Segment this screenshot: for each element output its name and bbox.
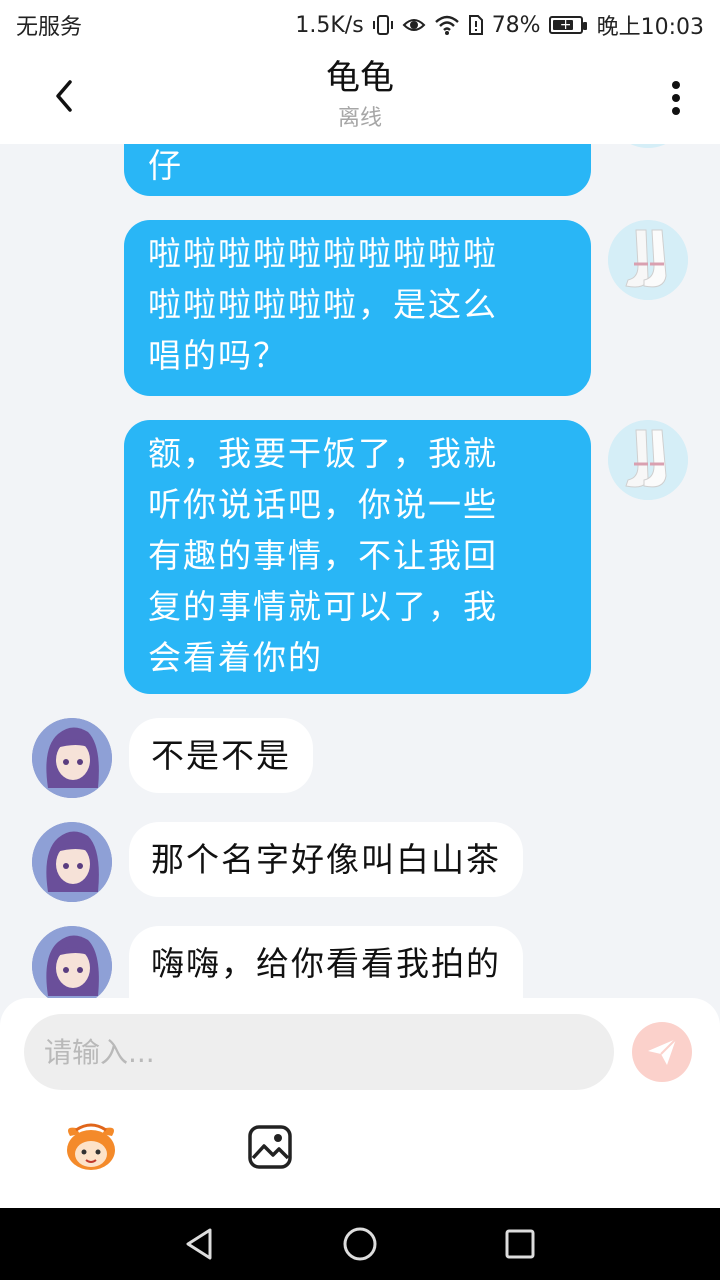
battery-percent: 78%	[491, 12, 541, 38]
emoji-button[interactable]	[62, 1122, 120, 1172]
contact-avatar[interactable]	[32, 822, 112, 902]
nav-recents-icon	[505, 1229, 535, 1259]
message-line: 复的事情就可以了，我	[148, 587, 498, 626]
message-line: 仔	[148, 146, 183, 185]
message-line: 啦啦啦啦啦啦，是这么	[148, 285, 498, 324]
message-line: 额，我要干饭了，我就	[148, 434, 498, 473]
online-status: 离线	[337, 106, 382, 131]
emoji-mascot-icon	[67, 1123, 115, 1170]
message-line: 唱的吗？	[148, 336, 288, 375]
contact-avatar[interactable]	[32, 718, 112, 798]
sim-icon	[468, 14, 484, 36]
message-bubble-sent[interactable]: 仔	[124, 144, 591, 196]
my-avatar[interactable]	[608, 220, 688, 300]
contact-name: 龟龟	[326, 58, 394, 98]
image-icon	[248, 1125, 292, 1169]
nav-home-button[interactable]	[330, 1214, 390, 1274]
nav-home-icon	[343, 1227, 377, 1261]
nav-recents-button[interactable]	[490, 1214, 550, 1274]
title-block: 龟龟 离线	[0, 54, 720, 134]
carrier-label: 无服务	[16, 15, 83, 40]
message-line: 嗨嗨，给你看看我拍的	[151, 944, 501, 983]
message-line: 会看着你的	[148, 638, 323, 677]
message-list[interactable]: 仔 啦啦啦啦啦啦啦啦啦啦 啦啦啦啦啦啦，是这么 唱的吗？ 额，我要干饭了，我就 …	[0, 144, 720, 1000]
message-bubble-received[interactable]: 不是不是	[129, 718, 313, 793]
network-speed: 1.5K/s	[295, 12, 364, 38]
image-button[interactable]	[247, 1124, 293, 1170]
anime-girl-avatar-icon	[32, 822, 112, 902]
anime-girl-avatar-icon	[32, 718, 112, 798]
my-avatar[interactable]	[608, 144, 688, 148]
send-button[interactable]	[632, 1022, 692, 1082]
clock: 晚上10:03	[596, 15, 704, 40]
message-bubble-received[interactable]: 那个名字好像叫白山茶	[129, 822, 523, 897]
message-input[interactable]	[24, 1014, 614, 1090]
socks-avatar-icon	[608, 420, 688, 500]
message-line: 有趣的事情，不让我回	[148, 536, 498, 575]
more-button[interactable]	[656, 72, 696, 124]
message-bubble-sent[interactable]: 额，我要干饭了，我就 听你说话吧，你说一些 有趣的事情，不让我回 复的事情就可以…	[124, 420, 591, 694]
vibrate-icon	[372, 14, 394, 36]
more-vertical-icon	[672, 81, 680, 115]
my-avatar[interactable]	[608, 420, 688, 500]
battery-charging-icon: +	[548, 16, 587, 34]
message-bubble-received[interactable]: 嗨嗨，给你看看我拍的	[129, 926, 523, 1000]
composer	[0, 998, 720, 1208]
contact-avatar[interactable]	[32, 926, 112, 1000]
message-line: 那个名字好像叫白山茶	[151, 840, 501, 879]
message-bubble-sent[interactable]: 啦啦啦啦啦啦啦啦啦啦 啦啦啦啦啦啦，是这么 唱的吗？	[124, 220, 591, 396]
status-icons: 1.5K/s 78% + 晚上10:03	[295, 9, 704, 41]
eye-icon	[402, 14, 426, 36]
chat-header: 龟龟 离线	[0, 50, 720, 144]
nav-back-button[interactable]	[170, 1214, 230, 1274]
system-nav-bar	[0, 1208, 720, 1280]
message-line: 啦啦啦啦啦啦啦啦啦啦	[148, 234, 498, 273]
message-line: 听你说话吧，你说一些	[148, 485, 498, 524]
status-bar: 无服务 1.5K/s 78% + 晚上10:03	[0, 0, 720, 50]
wifi-icon	[434, 14, 460, 36]
nav-back-icon	[186, 1228, 212, 1260]
socks-avatar-icon	[608, 220, 688, 300]
anime-girl-avatar-icon	[32, 926, 112, 1000]
message-line: 不是不是	[151, 736, 291, 775]
send-icon	[648, 1038, 677, 1065]
